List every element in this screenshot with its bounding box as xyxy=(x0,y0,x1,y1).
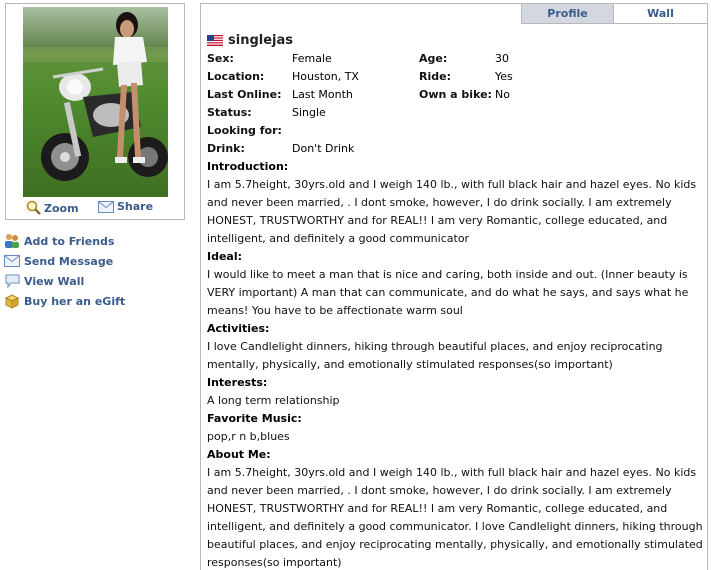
tab-wall[interactable]: Wall xyxy=(614,3,708,24)
photo-actions: Zoom Share xyxy=(6,199,184,217)
profile-action-links: Add to Friends Send Message View Wall Bu… xyxy=(4,231,125,311)
sex-label: Sex: xyxy=(207,52,234,65)
tab-profile[interactable]: Profile xyxy=(521,3,614,24)
location-label: Location: xyxy=(207,70,265,83)
buy-egift-link[interactable]: Buy her an eGift xyxy=(4,291,125,311)
speech-bubble-icon xyxy=(4,273,20,289)
favorite-music-text: pop,r n b,blues xyxy=(207,430,290,443)
zoom-label: Zoom xyxy=(44,202,79,215)
about-me-text: I am 5.7height, 30yrs.old and I weigh 14… xyxy=(207,466,703,569)
activities-heading: Activities: xyxy=(207,322,270,335)
add-to-friends-link[interactable]: Add to Friends xyxy=(4,231,125,251)
interests-text: A long term relationship xyxy=(207,394,340,407)
age-value: 30 xyxy=(495,52,509,65)
profile-photo[interactable] xyxy=(23,7,168,197)
profile-panel: Profile Wall singlejas Sex: Female Age: xyxy=(200,3,708,570)
ride-label: Ride: xyxy=(419,70,451,83)
drink-value: Don't Drink xyxy=(292,142,355,155)
username: singlejas xyxy=(228,32,293,48)
last-online-label: Last Online: xyxy=(207,88,282,101)
age-label: Age: xyxy=(419,52,448,65)
ideal-heading: Ideal: xyxy=(207,250,243,263)
own-bike-value: No xyxy=(495,88,510,101)
interests-heading: Interests: xyxy=(207,376,268,389)
envelope-icon xyxy=(4,253,20,269)
sex-value: Female xyxy=(292,52,332,65)
drink-label: Drink: xyxy=(207,142,245,155)
profile-photo-card: Zoom Share xyxy=(5,3,185,220)
envelope-icon xyxy=(98,201,114,216)
ride-value: Yes xyxy=(495,70,513,83)
looking-for-label: Looking for: xyxy=(207,124,282,137)
own-bike-label: Own a bike: xyxy=(419,88,492,101)
username-header: singlejas xyxy=(207,32,707,48)
introduction-heading: Introduction: xyxy=(207,160,289,173)
status-label: Status: xyxy=(207,106,252,119)
gift-box-icon xyxy=(4,293,20,309)
send-message-label: Send Message xyxy=(24,254,114,268)
us-flag-icon xyxy=(207,34,223,46)
favorite-music-heading: Favorite Music: xyxy=(207,412,302,425)
view-wall-label: View Wall xyxy=(24,274,85,288)
profile-tabs: Profile Wall xyxy=(521,3,708,24)
about-me-heading: About Me: xyxy=(207,448,271,461)
add-friends-icon xyxy=(4,233,20,249)
share-button[interactable]: Share xyxy=(98,200,153,216)
profile-content: singlejas Sex: Female Age: 30 Location: … xyxy=(207,32,707,570)
location-value: Houston, TX xyxy=(292,70,359,83)
activities-text: I love Candlelight dinners, hiking throu… xyxy=(207,340,663,371)
view-wall-link[interactable]: View Wall xyxy=(4,271,125,291)
ideal-text: I would like to meet a man that is nice … xyxy=(207,268,689,317)
buy-egift-label: Buy her an eGift xyxy=(24,294,126,308)
share-label: Share xyxy=(117,200,154,213)
introduction-text: I am 5.7height, 30yrs.old and I weigh 14… xyxy=(207,178,697,245)
last-online-value: Last Month xyxy=(292,88,353,101)
add-to-friends-label: Add to Friends xyxy=(24,234,115,248)
magnifier-icon xyxy=(26,200,41,218)
zoom-button[interactable]: Zoom xyxy=(26,200,79,218)
send-message-link[interactable]: Send Message xyxy=(4,251,125,271)
profile-info-grid: Sex: Female Age: 30 Location: Houston, T… xyxy=(207,50,707,158)
status-value: Single xyxy=(292,106,326,119)
